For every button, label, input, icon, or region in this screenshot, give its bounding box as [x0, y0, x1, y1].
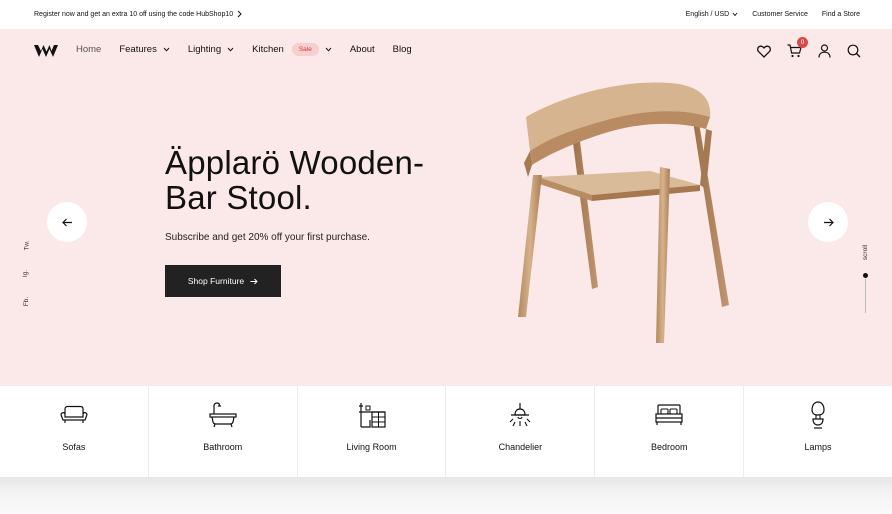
wishlist-heart-icon[interactable] [756, 43, 772, 59]
hero-subtitle: Subscribe and get 20% off your first pur… [165, 232, 370, 243]
nav-item-home[interactable]: Home [76, 44, 101, 55]
category-living-room[interactable]: Living Room [298, 386, 447, 477]
bathtub-icon [208, 400, 238, 430]
category-label: Bedroom [650, 442, 688, 452]
scroll-label: scroll [862, 244, 870, 261]
top-bar: Register now and get an extra 10 off usi… [0, 0, 892, 29]
nav-item-label: Features [119, 44, 157, 55]
cart-icon[interactable]: 0 [786, 37, 808, 59]
nav-item-lighting[interactable]: Lighting [188, 44, 234, 55]
social-link-facebook[interactable]: Fb. [23, 297, 30, 306]
lamp-icon [803, 400, 833, 430]
category-label: Chandelier [498, 442, 543, 452]
slider-next-button[interactable] [808, 202, 848, 242]
sofa-icon [59, 400, 89, 430]
scroll-indicator[interactable]: scroll [858, 239, 872, 339]
nav-item-label: Home [76, 44, 102, 55]
living-room-icon [357, 400, 387, 430]
hero-title-line2: Bar Stool. [165, 179, 312, 216]
nav-item-blog[interactable]: Blog [393, 44, 412, 55]
language-label: English / USD [685, 11, 730, 18]
page-bottom-shadow [0, 477, 892, 514]
hero-section: Home Features Lighting Kitchen Sale Abou… [0, 29, 892, 386]
category-strip: Sofas Bathroom Living Room Chandelier Be… [0, 386, 892, 477]
sale-badge: Sale [291, 43, 319, 56]
slider-prev-button[interactable] [47, 202, 87, 242]
find-store-link[interactable]: Find a Store [822, 11, 860, 18]
category-lamps[interactable]: Lamps [744, 386, 892, 477]
category-label: Living Room [346, 442, 397, 452]
nav-item-label: Blog [392, 44, 412, 55]
nav-item-features[interactable]: Features [119, 44, 170, 55]
customer-service-link[interactable]: Customer Service [752, 11, 808, 18]
nav-item-kitchen[interactable]: Kitchen Sale [252, 43, 332, 56]
hero-title: Äpplarö Wooden- Bar Stool. [165, 145, 455, 215]
category-bathroom[interactable]: Bathroom [149, 386, 298, 477]
social-link-instagram[interactable]: Ig. [22, 270, 29, 277]
nav-item-label: Lighting [187, 44, 222, 55]
category-label: Bathroom [203, 442, 243, 452]
logo[interactable] [34, 44, 59, 63]
chevron-down-icon [325, 47, 332, 52]
category-label: Lamps [804, 442, 832, 452]
shop-furniture-label: Shop Furniture [187, 276, 245, 286]
chevron-down-icon [163, 47, 170, 52]
language-currency-selector[interactable]: English / USD [686, 11, 739, 18]
cart-count-badge: 0 [797, 37, 808, 48]
arrow-right-icon [250, 278, 258, 284]
category-sofas[interactable]: Sofas [0, 386, 149, 477]
chevron-down-icon [227, 47, 234, 52]
search-icon[interactable] [846, 43, 862, 59]
nav-item-about[interactable]: About [350, 44, 375, 55]
scroll-line [865, 279, 866, 313]
bed-icon [654, 400, 684, 430]
chevron-down-icon [732, 12, 738, 17]
nav-item-label: Kitchen [252, 44, 284, 55]
category-bedroom[interactable]: Bedroom [595, 386, 745, 477]
account-user-icon[interactable] [816, 43, 832, 59]
wooden-chair-image [518, 82, 729, 343]
category-chandelier[interactable]: Chandelier [446, 386, 596, 477]
hero-title-line1: Äpplarö Wooden- [165, 144, 425, 181]
nav-item-label: About [349, 44, 375, 55]
shop-furniture-button[interactable]: Shop Furniture [165, 265, 281, 297]
chandelier-icon [505, 400, 535, 430]
scroll-dot [863, 273, 868, 278]
promo-text[interactable]: Register now and get an extra 10 off usi… [34, 11, 233, 18]
promo-banner[interactable]: Register now and get an extra 10 off usi… [34, 10, 243, 20]
main-nav: Home Features Lighting Kitchen Sale Abou… [0, 29, 892, 73]
arrow-right-icon [823, 218, 834, 226]
category-label: Sofas [62, 442, 86, 452]
chevron-right-icon[interactable] [237, 10, 243, 20]
social-link-twitter[interactable]: Tw. [23, 241, 30, 251]
arrow-left-icon [61, 218, 72, 226]
